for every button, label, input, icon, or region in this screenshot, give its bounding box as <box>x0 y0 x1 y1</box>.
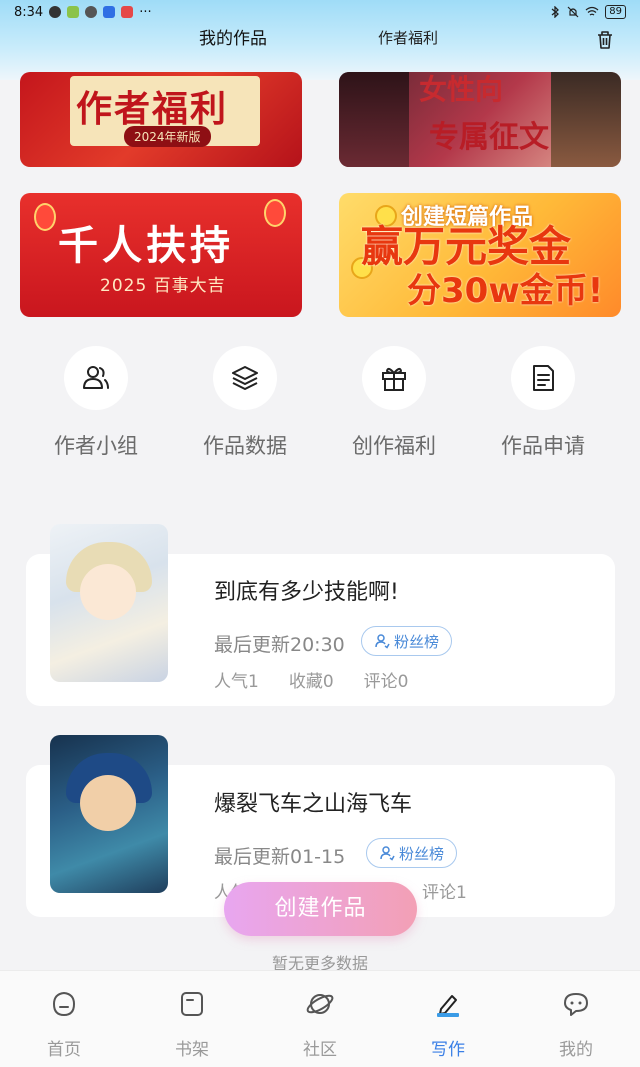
quick-link-label: 作品申请 <box>501 434 585 458</box>
app-notification-icon <box>49 6 62 18</box>
status-time: 8:34 <box>14 4 44 20</box>
banner-subtitle: 2025 百事大吉 <box>100 276 226 296</box>
work-cover-image[interactable] <box>50 524 168 682</box>
work-title[interactable]: 爆裂飞车之山海飞车 <box>214 786 412 818</box>
status-right: 89 <box>549 5 626 19</box>
bottom-nav: 首页 书架 社区 写作 我的 <box>0 970 640 1067</box>
status-bar: 8:34 ··· 89 <box>0 0 640 24</box>
pen-icon <box>437 995 459 1017</box>
banner-title: 女性向 <box>419 73 504 106</box>
quick-link-work-data[interactable]: 作品数据 <box>185 346 305 460</box>
banner-title: 作者福利 <box>76 89 229 130</box>
create-work-button[interactable]: 创建作品 <box>224 882 417 936</box>
bookshelf-icon <box>181 992 203 1016</box>
banner-headline: 赢万元奖金 <box>361 222 572 271</box>
layers-icon <box>232 366 258 390</box>
quick-link-circle <box>213 346 277 410</box>
work-favorites: 收藏0 <box>288 672 334 692</box>
cover-art-face <box>80 564 136 620</box>
banner-subtitle: 专属征文 <box>429 120 549 155</box>
quick-link-label: 作品数据 <box>203 434 287 458</box>
lantern-icon <box>264 199 286 227</box>
status-left: 8:34 ··· <box>14 5 152 20</box>
nav-item-community[interactable]: 社区 <box>280 989 360 1060</box>
status-more: ··· <box>139 4 152 20</box>
nav-label: 书架 <box>175 1040 209 1060</box>
cover-art-face <box>80 775 136 831</box>
quick-link-work-application[interactable]: 作品申请 <box>483 346 603 460</box>
nav-label: 首页 <box>47 1040 81 1060</box>
banner-subtitle: 分30w金币! <box>407 271 604 311</box>
banner-figure <box>339 72 409 167</box>
trash-icon[interactable] <box>596 30 614 54</box>
quick-link-circle <box>64 346 128 410</box>
quick-link-creation-welfare[interactable]: 创作福利 <box>334 346 454 460</box>
nav-label: 写作 <box>431 1040 465 1060</box>
banner-figure <box>551 72 621 167</box>
work-popularity: 人气1 <box>214 672 259 692</box>
planet-icon <box>306 994 334 1014</box>
quick-link-label: 创作福利 <box>352 434 436 458</box>
banner-thousand-support[interactable]: 千人扶持 2025 百事大吉 <box>20 193 302 317</box>
chat-icon <box>564 993 588 1016</box>
wifi-icon <box>585 6 599 16</box>
banner-title: 千人扶持 <box>58 223 234 269</box>
nav-item-mine[interactable]: 我的 <box>536 989 616 1060</box>
lantern-icon <box>34 203 56 231</box>
fan-ranking-button[interactable]: 粉丝榜 <box>366 838 458 868</box>
work-stats: 人气1 收藏0 评论0 <box>214 667 408 692</box>
quick-link-circle <box>362 346 426 410</box>
users-icon <box>83 366 109 389</box>
wechat-icon <box>85 6 98 18</box>
mute-icon <box>567 6 579 18</box>
gift-icon <box>382 367 406 391</box>
header: 我的作品 作者福利 <box>0 24 640 54</box>
app-notification-icon <box>121 6 134 18</box>
work-cover-image[interactable] <box>50 735 168 893</box>
app-notification-icon <box>103 6 116 18</box>
banner-subtitle: 2024年新版 <box>124 126 211 147</box>
app-notification-icon <box>67 6 80 18</box>
tab-author-welfare[interactable]: 作者福利 <box>378 27 438 48</box>
work-title[interactable]: 到底有多少技能啊! <box>214 574 399 606</box>
banner-female-essay[interactable]: 女性向 专属征文 <box>339 72 621 167</box>
document-icon <box>533 365 554 391</box>
nav-label: 我的 <box>559 1040 593 1060</box>
nav-item-bookshelf[interactable]: 书架 <box>152 989 232 1060</box>
fan-ranking-label: 粉丝榜 <box>399 844 445 863</box>
battery-indicator: 89 <box>605 5 626 19</box>
tab-my-works[interactable]: 我的作品 <box>199 24 267 49</box>
work-comments: 评论0 <box>363 672 409 692</box>
work-last-updated: 最后更新01-15 <box>214 846 346 868</box>
nav-item-writing[interactable]: 写作 <box>408 989 488 1060</box>
quick-link-label: 作者小组 <box>54 434 138 458</box>
fan-ranking-button[interactable]: 粉丝榜 <box>361 626 453 656</box>
nav-item-home[interactable]: 首页 <box>24 989 104 1060</box>
quick-link-circle <box>511 346 575 410</box>
nav-label: 社区 <box>303 1040 337 1060</box>
banner-short-story[interactable]: 创建短篇作品 赢万元奖金 分30w金币! <box>339 193 621 317</box>
work-comments: 评论1 <box>422 883 467 903</box>
home-icon <box>52 991 76 1017</box>
user-icon <box>375 634 390 649</box>
fan-ranking-label: 粉丝榜 <box>394 632 440 651</box>
user-icon <box>380 846 395 861</box>
quick-link-author-group[interactable]: 作者小组 <box>36 346 156 460</box>
work-last-updated: 最后更新20:30 <box>214 634 345 656</box>
bluetooth-icon <box>551 6 560 18</box>
banner-author-welfare[interactable]: 作者福利 2024年新版 <box>20 72 302 167</box>
